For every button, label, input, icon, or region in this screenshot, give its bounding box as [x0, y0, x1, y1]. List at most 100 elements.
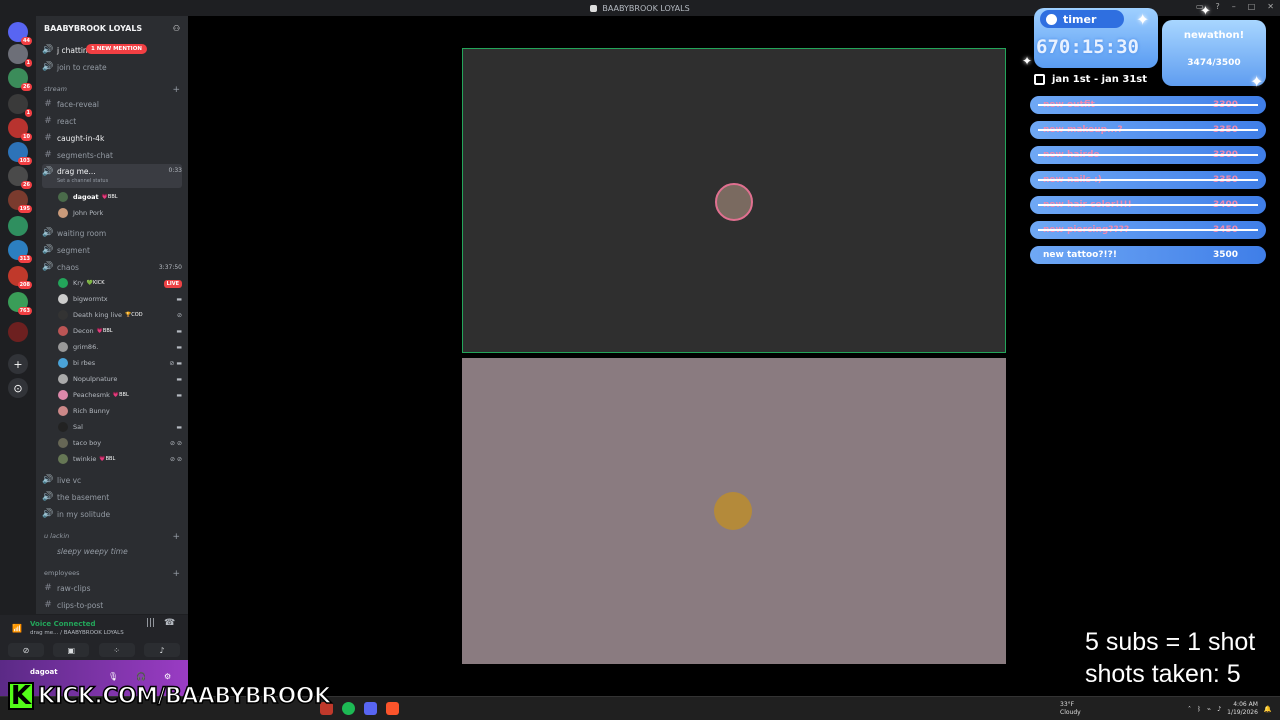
channel-face-reveal[interactable]: # face-reveal	[42, 96, 182, 112]
channel-raw-clips[interactable]: # raw-clips	[42, 580, 182, 596]
voice-user[interactable]: Peachesmk 💗BBL ▬	[58, 388, 182, 402]
voice-user[interactable]: dagoat 💗BBL	[58, 190, 182, 204]
server-icon[interactable]: 195	[8, 190, 32, 213]
server-icon-active[interactable]: 1	[8, 94, 32, 117]
voice-user[interactable]: bigwormtx ▬	[58, 292, 182, 306]
noise-suppression-icon[interactable]: |||	[146, 618, 155, 628]
channel-sidebar: BAABYBROOK LOYALS ⚇ 🔊 j chattin 1 NEW MEN…	[36, 16, 188, 614]
add-channel-icon[interactable]: +	[172, 85, 180, 95]
close-button[interactable]: ✕	[1267, 2, 1274, 11]
channel-waiting-room[interactable]: 🔊 waiting room	[42, 225, 182, 241]
add-channel-icon[interactable]: +	[172, 532, 180, 542]
maximize-button[interactable]: □	[1248, 2, 1256, 11]
voice-user[interactable]: Rich Bunny	[58, 404, 182, 418]
disconnect-icon[interactable]: ☎	[164, 618, 175, 628]
volume-icon[interactable]: ♪	[1217, 705, 1221, 713]
voice-user[interactable]: twinkie 💗BBL ⊘ ⊘	[58, 452, 182, 466]
category-stream[interactable]: stream +	[44, 85, 180, 95]
mute-icon: ⊘ ▬	[169, 359, 182, 367]
category-employees[interactable]: employees +	[44, 569, 180, 579]
channel-chaos[interactable]: 🔊 chaos 3:37:50	[42, 259, 182, 275]
server-icon[interactable]: 763	[8, 292, 32, 315]
weather-widget[interactable]: 33°F Cloudy	[1060, 701, 1081, 717]
channel-react[interactable]: # react	[42, 113, 182, 129]
channel-sleepy-weepy-time[interactable]: sleepy weepy time	[42, 543, 182, 559]
channel-the-basement[interactable]: 🔊 the basement	[42, 489, 182, 505]
voice-user[interactable]: Decon 💗BBL ▬	[58, 324, 182, 338]
channel-join-to-create[interactable]: 🔊 join to create	[42, 59, 182, 75]
camera-toggle-button[interactable]: ⊘	[8, 643, 44, 657]
weather-temp: 33°F	[1060, 701, 1075, 708]
voice-status-subtitle[interactable]: drag me... / BAABYBROOK LOYALS	[30, 630, 124, 636]
channel-drag-me[interactable]: 🔊 drag me... Set a channel status 0:33	[42, 164, 182, 188]
server-header[interactable]: BAABYBROOK LOYALS ⚇	[36, 16, 188, 40]
soundboard-button[interactable]: ♪	[143, 643, 180, 657]
channel-in-my-solitude[interactable]: 🔊 in my solitude	[42, 506, 182, 522]
voice-user[interactable]: Sal ▬	[58, 420, 182, 434]
video-tile-speaking[interactable]	[462, 48, 1006, 353]
help-icon[interactable]: ?	[1215, 2, 1219, 11]
category-label: stream	[44, 85, 67, 93]
avatar	[58, 422, 68, 432]
add-channel-icon[interactable]: +	[172, 569, 180, 579]
headphones-icon[interactable]: 🎧	[136, 672, 146, 681]
user-panel-name[interactable]: dagoat	[30, 668, 58, 676]
server-icon[interactable]: 26	[8, 68, 32, 91]
brave-browser-icon[interactable]	[386, 702, 399, 715]
channel-status[interactable]: Set a channel status	[57, 178, 108, 184]
channel-live-vc[interactable]: 🔊 live vc	[42, 472, 182, 488]
voice-user[interactable]: John Pork	[58, 206, 182, 220]
discord-icon[interactable]	[364, 702, 377, 715]
voice-user[interactable]: Kry 💚KICK LIVE	[58, 276, 182, 290]
server-icon[interactable]: 103	[8, 142, 32, 165]
home-button[interactable]: 44	[8, 22, 32, 45]
channel-caught-in-4k[interactable]: # caught-in-4k	[42, 130, 182, 146]
minimize-button[interactable]: –	[1232, 2, 1236, 11]
strikethrough	[1038, 204, 1258, 206]
speaker-icon: 🔊	[42, 45, 54, 55]
new-mention-badge[interactable]: 1 NEW MENTION	[86, 44, 147, 54]
server-icon[interactable]: 208	[8, 266, 32, 289]
add-server-button[interactable]: +	[8, 354, 28, 374]
channel-label: chaos	[57, 262, 79, 272]
server-icon[interactable]: 1	[8, 44, 32, 67]
sparkle-icon: ✦	[1250, 72, 1264, 91]
voice-user[interactable]: bi rbes ⊘ ▬	[58, 356, 182, 370]
voice-user[interactable]: taco boy ⊘ ⊘	[58, 436, 182, 450]
server-icon[interactable]	[8, 216, 28, 236]
microphone-icon[interactable]: 🎙	[108, 672, 118, 681]
screen-share-button[interactable]: ▣	[53, 643, 90, 657]
server-icon[interactable]: 26	[8, 166, 32, 189]
category-u-lackin[interactable]: u lackin +	[44, 532, 180, 542]
add-member-icon[interactable]: ⚇	[173, 24, 180, 33]
bluetooth-icon[interactable]: ᛒ	[1197, 705, 1201, 713]
hash-icon: #	[44, 583, 52, 593]
voice-user[interactable]: Nopulpnature ▬	[58, 372, 182, 386]
channel-segment[interactable]: 🔊 segment	[42, 242, 182, 258]
notification-bell-icon[interactable]: 🔔	[1264, 705, 1272, 713]
server-icon[interactable]: 10	[8, 118, 32, 141]
video-tile[interactable]	[462, 358, 1006, 664]
speaker-icon: 🔊	[42, 492, 54, 502]
chevron-up-icon[interactable]: ˄	[1188, 705, 1191, 713]
unread-badge: 103	[17, 157, 32, 165]
channel-clips-to-post[interactable]: # clips-to-post	[42, 597, 182, 613]
user-name: Death king live	[73, 311, 123, 319]
server-icon[interactable]	[8, 322, 28, 342]
voice-user[interactable]: Death king live 🏆COD ⊘	[58, 308, 182, 322]
discover-icon[interactable]: ⊙	[8, 378, 28, 398]
spotify-icon[interactable]	[342, 702, 355, 715]
taskbar-clock[interactable]: 4:06 AM 1/19/2026	[1227, 701, 1258, 717]
signal-icon[interactable]: 📶	[12, 624, 22, 633]
activities-button[interactable]: ⁘	[98, 643, 135, 657]
network-icon[interactable]: ⌁	[1207, 705, 1211, 713]
goal-label: new tattoo?!?!	[1043, 250, 1117, 260]
voice-user[interactable]: grim86. ▬	[58, 340, 182, 354]
strikethrough	[1038, 179, 1258, 181]
server-name: BAABYBROOK LOYALS	[44, 23, 143, 33]
camera-icon: ▬	[176, 423, 182, 431]
channel-segments-chat[interactable]: # segments-chat	[42, 147, 182, 163]
settings-gear-icon[interactable]: ⚙	[164, 672, 171, 681]
server-icon[interactable]: 313	[8, 240, 32, 263]
discord-icon	[590, 4, 598, 12]
